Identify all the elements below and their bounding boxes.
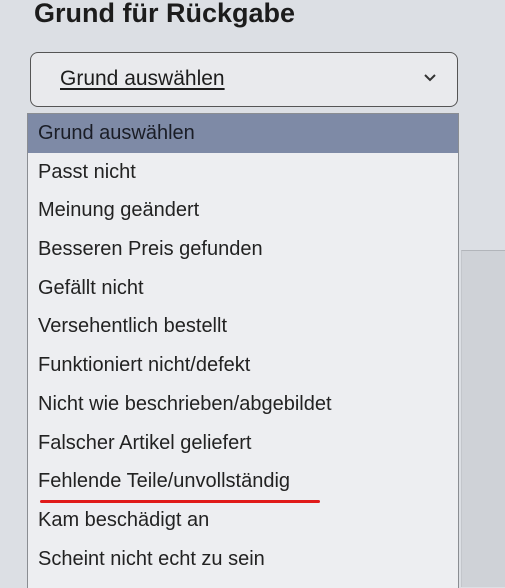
option-scheint-nicht-echt[interactable]: Scheint nicht echt zu sein <box>28 540 458 579</box>
select-value: Grund auswählen <box>60 67 225 90</box>
option-funktioniert-nicht[interactable]: Funktioniert nicht/defekt <box>28 346 458 385</box>
option-nicht-wie-beschrieben[interactable]: Nicht wie beschrieben/abgebildet <box>28 385 458 424</box>
option-gefaellt-nicht[interactable]: Gefällt nicht <box>28 269 458 308</box>
option-meinung-geaendert[interactable]: Meinung geändert <box>28 191 458 230</box>
page-title: Grund für Rückgabe <box>34 0 296 28</box>
background-panel <box>461 250 505 587</box>
option-passt-nicht[interactable]: Passt nicht <box>28 153 458 192</box>
annotation-underline <box>40 500 320 503</box>
dropdown-list: Grund auswählen Passt nicht Meinung geän… <box>27 113 459 588</box>
option-falscher-artikel[interactable]: Falscher Artikel geliefert <box>28 424 458 463</box>
chevron-down-icon <box>424 74 436 82</box>
option-fehlende-teile[interactable]: Fehlende Teile/unvollständig <box>28 462 458 501</box>
option-grund-auswaehlen[interactable]: Grund auswählen <box>28 114 458 153</box>
reason-select[interactable]: Grund auswählen <box>30 52 458 107</box>
option-kam-beschaedigt[interactable]: Kam beschädigt an <box>28 501 458 540</box>
option-besseren-preis[interactable]: Besseren Preis gefunden <box>28 230 458 269</box>
option-versehentlich-bestellt[interactable]: Versehentlich bestellt <box>28 307 458 346</box>
